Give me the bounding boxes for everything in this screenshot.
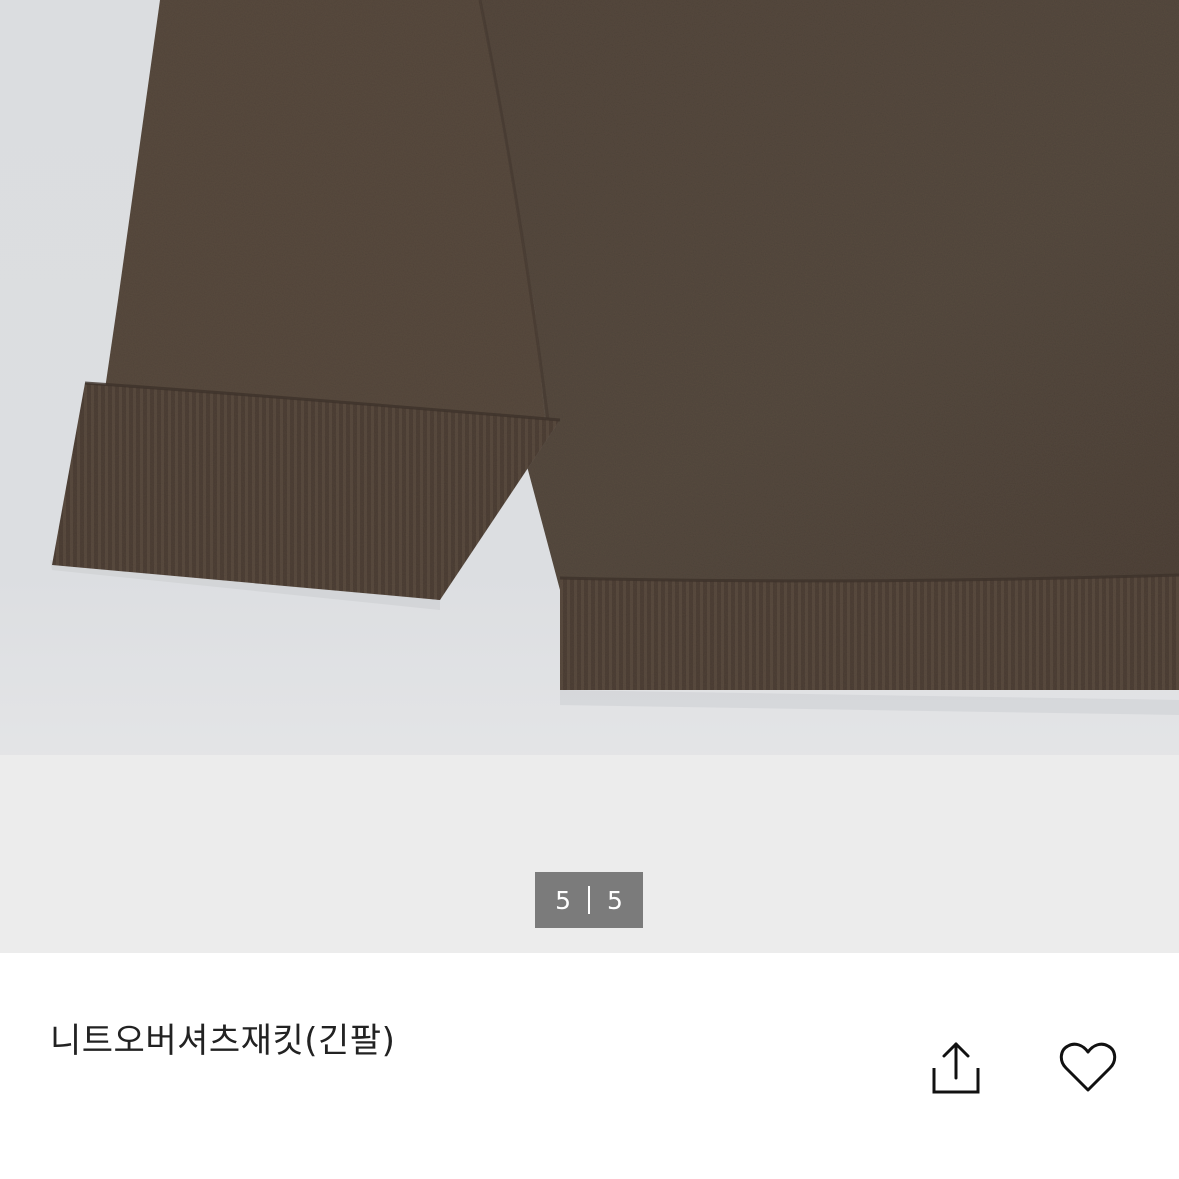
product-photo: [50, 0, 1179, 715]
pager-current: 5: [555, 885, 571, 915]
heart-icon: [1059, 1042, 1117, 1092]
share-button[interactable]: [921, 1033, 991, 1103]
pager-total: 5: [607, 885, 623, 915]
share-icon: [932, 1042, 980, 1094]
product-info: 니트오버셔츠재킷(긴팔): [0, 953, 1179, 1179]
pager-divider: [588, 886, 590, 914]
product-image-gallery[interactable]: 5 5: [0, 0, 1179, 953]
like-button[interactable]: [1053, 1033, 1123, 1103]
image-pager: 5 5: [535, 872, 643, 928]
product-title: 니트오버셔츠재킷(긴팔): [50, 1021, 396, 1061]
